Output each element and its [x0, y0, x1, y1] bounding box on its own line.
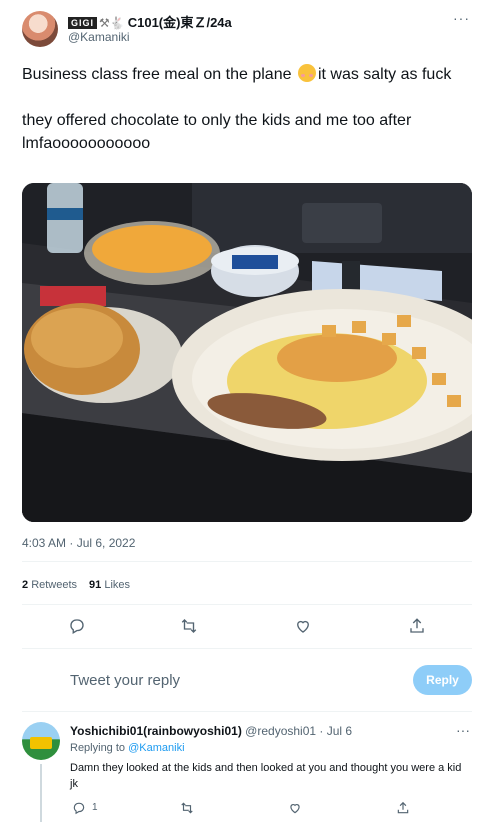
author-name-suffix: C101(金)東Ｚ/24a — [127, 15, 232, 30]
share-icon[interactable] — [406, 615, 428, 637]
divider — [22, 604, 472, 605]
like-stat[interactable]: 91 Likes — [89, 579, 130, 591]
tweet-timestamp[interactable]: 4:03 AM · Jul 6, 2022 — [22, 536, 135, 550]
retweet-icon[interactable] — [178, 799, 196, 817]
heart-icon[interactable] — [286, 799, 304, 817]
share-icon[interactable] — [394, 799, 412, 817]
reply-count: 1 — [92, 802, 98, 813]
divider — [22, 561, 472, 562]
tweet-stats: 2 Retweets 91 Likes — [22, 579, 130, 591]
tools-emoji-icon: ⚒🐇 — [99, 16, 125, 30]
heart-icon[interactable] — [292, 615, 314, 637]
reply-text: Damn they looked at the kids and then lo… — [70, 762, 462, 790]
reply-input[interactable]: Tweet your reply — [70, 672, 180, 689]
retweet-icon[interactable] — [178, 615, 200, 637]
like-label: Likes — [104, 579, 131, 591]
author-display-name[interactable]: GIGI ⚒🐇 C101(金)東Ｚ/24a — [68, 12, 232, 31]
thread-line — [40, 764, 42, 822]
reply-action-bar: 1 — [70, 799, 430, 817]
blushing-face-icon — [297, 64, 316, 82]
like-count: 91 — [89, 579, 102, 591]
reply-author-name[interactable]: Yoshichibi01(rainbowyoshi01) — [70, 724, 242, 738]
author-handle[interactable]: @Kamaniki — [68, 30, 130, 44]
tweet-text: Business class free meal on the plane it… — [22, 63, 462, 155]
reply-icon[interactable] — [66, 615, 88, 637]
author-avatar[interactable] — [22, 11, 58, 47]
retweet-stat[interactable]: 2 Retweets — [22, 579, 77, 591]
more-icon[interactable]: ··· — [453, 10, 470, 26]
reply-author-line: Yoshichibi01(rainbowyoshi01) @redyoshi01… — [70, 724, 352, 738]
tweet-photo[interactable] — [22, 183, 472, 522]
reply-meta[interactable]: @redyoshi01 · Jul 6 — [245, 724, 352, 738]
reply-author-avatar[interactable] — [22, 722, 60, 760]
reply-icon[interactable] — [70, 799, 88, 817]
reply-button[interactable]: Reply — [413, 665, 472, 695]
tweet-text-part1: Business class free meal on the plane — [22, 66, 296, 83]
author-name-badge: GIGI — [68, 17, 98, 29]
more-icon[interactable]: ··· — [456, 722, 470, 738]
meal-photo-illustration — [22, 183, 472, 522]
tweet-action-bar — [22, 615, 472, 637]
divider — [22, 711, 472, 712]
retweet-label: Retweets — [31, 579, 78, 591]
replying-to: Replying to @Kamaniki — [70, 742, 185, 754]
divider — [22, 648, 472, 649]
replying-to-mention[interactable]: @Kamaniki — [128, 742, 184, 754]
replying-to-label: Replying to — [70, 742, 126, 754]
retweet-count: 2 — [22, 579, 29, 591]
